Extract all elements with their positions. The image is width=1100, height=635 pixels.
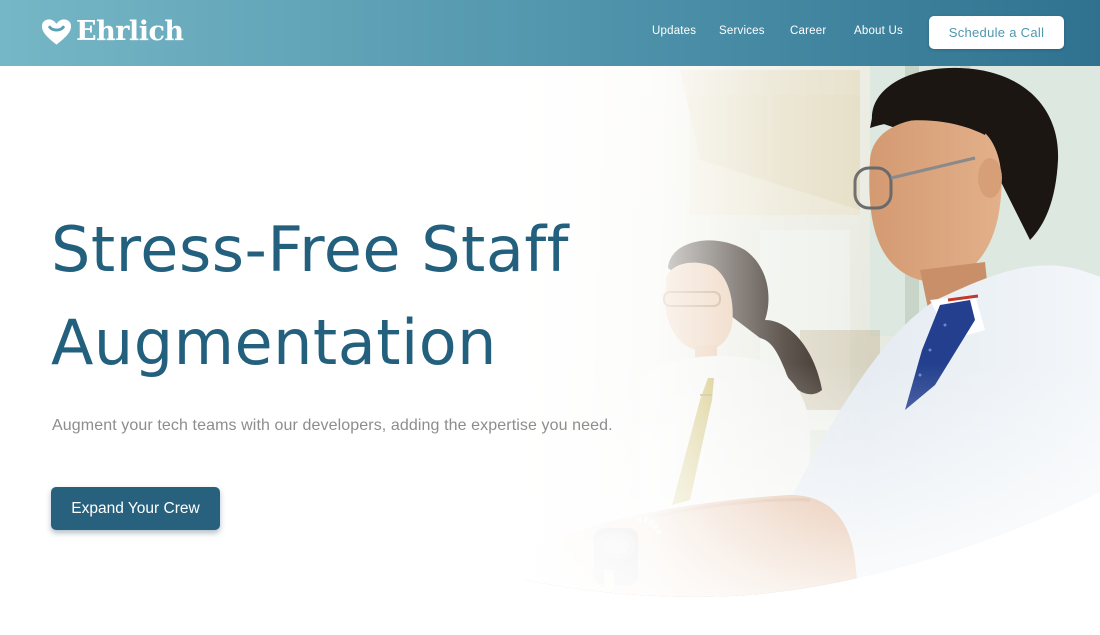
schedule-call-button[interactable]: Schedule a Call: [929, 16, 1064, 49]
nav-link-about-us[interactable]: About Us: [854, 25, 903, 37]
nav-link-services[interactable]: Services: [719, 25, 765, 37]
brand-logo[interactable]: Ehrlich: [41, 15, 184, 49]
hero-headline: Stress-Free Staff Augmentation: [51, 203, 671, 389]
headline-line-2: Augmentation: [51, 306, 497, 379]
logo-wordmark: Ehrlich: [76, 16, 184, 47]
hero-subtitle: Augment your tech teams with our develop…: [52, 417, 613, 434]
expand-your-crew-button[interactable]: Expand Your Crew: [51, 487, 220, 530]
nav-link-updates[interactable]: Updates: [652, 25, 696, 37]
nav-link-career[interactable]: Career: [790, 25, 826, 37]
top-navigation-bar: Ehrlich Updates Services Career About Us…: [0, 0, 1100, 66]
headline-line-1: Stress-Free Staff: [51, 213, 570, 286]
heart-logo-icon: [41, 19, 72, 45]
